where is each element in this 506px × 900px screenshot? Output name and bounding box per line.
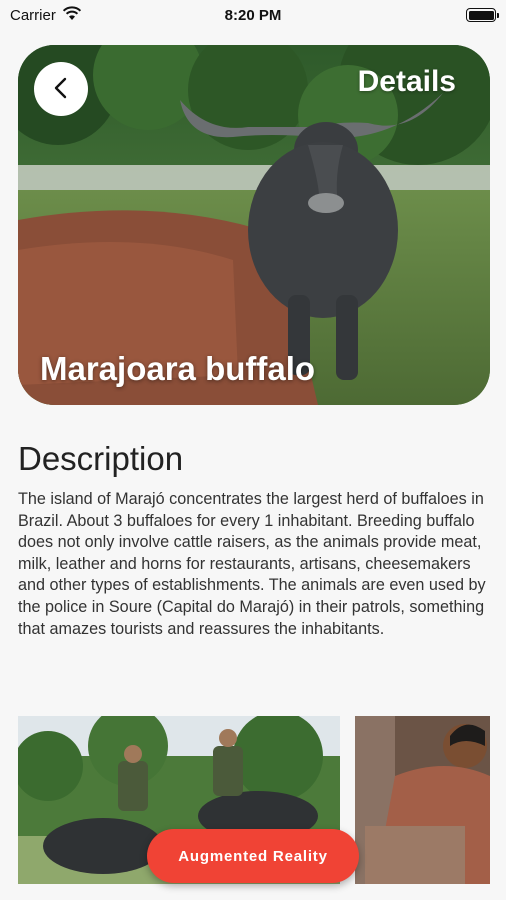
carrier-label: Carrier	[10, 6, 56, 24]
back-button[interactable]	[34, 62, 88, 116]
gallery-image-artisan[interactable]	[355, 716, 490, 884]
description-heading: Description	[18, 440, 184, 477]
animal-name: Marajoara buffalo	[40, 350, 316, 387]
augmented-reality-button[interactable]: Augmented Reality	[147, 829, 359, 883]
details-screen: Carrier 8:20 PM Details Marajoara buffal…	[0, 0, 506, 900]
battery-icon	[466, 8, 499, 22]
battery-level	[468, 10, 494, 20]
wifi-icon	[62, 5, 82, 25]
description-text: The island of Marajó concentrates the la…	[18, 490, 486, 638]
chevron-left-icon	[53, 77, 69, 102]
hero-image: Details Marajoara buffalo	[18, 45, 490, 405]
page-title: Details	[357, 65, 456, 98]
status-bar: Carrier 8:20 PM	[0, 0, 506, 30]
status-left: Carrier	[10, 5, 82, 25]
